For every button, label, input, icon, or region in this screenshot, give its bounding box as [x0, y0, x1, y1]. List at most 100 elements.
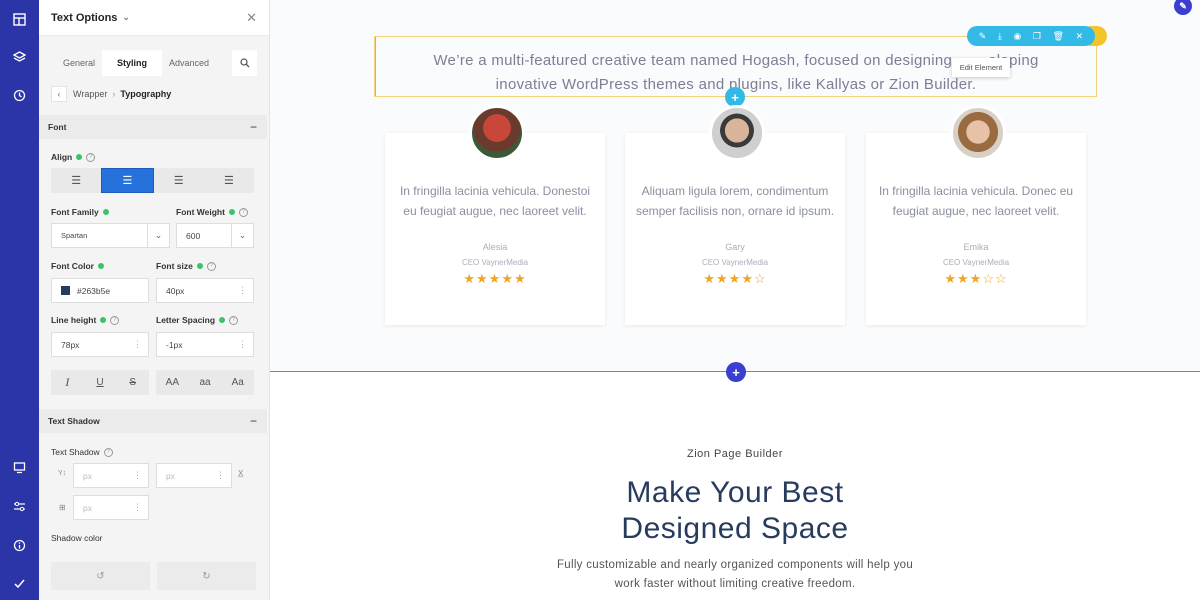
panel-header: Text Options ⌄ ✕ — [39, 0, 269, 36]
help-icon[interactable]: ? — [229, 315, 239, 325]
search-button[interactable] — [232, 50, 257, 76]
align-left-icon[interactable]: ☰ — [51, 168, 101, 193]
color-swatch[interactable] — [61, 286, 70, 295]
shadow-offset-x-input[interactable]: px ⋮ — [156, 463, 232, 488]
tab-styling[interactable]: Styling — [102, 50, 162, 76]
close-icon[interactable]: ✕ — [246, 10, 257, 26]
letter-spacing-value: -1px — [166, 339, 183, 350]
tab-advanced[interactable]: Advanced — [159, 50, 219, 76]
shadow-offset-y-input[interactable]: px ⋮ — [73, 463, 149, 488]
testimonial-name: Alesia — [482, 242, 508, 252]
add-element-button[interactable]: + — [725, 87, 745, 107]
align-label-text: Align — [51, 152, 73, 162]
edit-icon[interactable]: ✎ — [979, 31, 987, 42]
chevron-down-icon[interactable]: ⌄ — [122, 12, 130, 23]
options-panel: Text Options ⌄ ✕ General Styling Advance… — [39, 0, 270, 600]
help-icon[interactable]: ? — [238, 207, 248, 217]
font-family-select[interactable]: Spartan ⌄ — [51, 223, 170, 248]
font-family-value: Spartan — [61, 231, 88, 240]
history-icon[interactable] — [10, 86, 29, 105]
font-family-label: Font Family — [51, 207, 109, 217]
font-color-label-text: Font Color — [51, 261, 94, 271]
italic-icon[interactable]: I — [51, 370, 84, 395]
responsive-dot — [219, 317, 226, 323]
avatar — [950, 105, 1006, 161]
headline-line-1: Make Your Best — [626, 476, 844, 509]
font-weight-value: 600 — [186, 230, 201, 241]
more-icon[interactable]: ⋮ — [216, 470, 225, 481]
text-shadow-label: Text Shadow? — [51, 447, 113, 457]
testimonial-text: In fringilla lacinia vehicula. Donec eu … — [878, 184, 1074, 218]
info-icon[interactable] — [10, 536, 29, 555]
font-section-header[interactable]: Font − — [39, 115, 267, 139]
underline-icon[interactable]: U — [84, 370, 117, 395]
pencil-icon: ✎ — [1179, 0, 1187, 11]
help-icon[interactable]: ? — [206, 261, 216, 271]
collapse-icon[interactable]: − — [250, 115, 257, 139]
breadcrumb-parent[interactable]: Wrapper — [73, 89, 107, 99]
help-icon[interactable]: ? — [110, 315, 120, 325]
letter-spacing-field[interactable]: -1px ⋮ — [156, 332, 254, 357]
panel-title[interactable]: Text Options — [51, 12, 117, 24]
font-color-field[interactable]: #263b5e — [51, 278, 149, 303]
shadow-blur-input[interactable]: px ⋮ — [73, 495, 149, 520]
plus-icon: + — [732, 364, 740, 380]
more-icon[interactable]: ⋮ — [238, 339, 247, 350]
align-control: ☰ ☰ ☰ ☰ — [51, 168, 254, 193]
delete-icon[interactable]: 🗑 — [1053, 31, 1064, 42]
help-icon[interactable]: ? — [86, 152, 96, 162]
star-rating: ★★★★☆ — [703, 271, 767, 286]
more-icon[interactable]: ⋮ — [133, 502, 142, 513]
reset-all-button[interactable]: ↻ — [157, 562, 256, 590]
line-height-field[interactable]: 78px ⋮ — [51, 332, 149, 357]
search-icon — [239, 58, 249, 68]
line-height-label-text: Line height — [51, 315, 97, 325]
back-button[interactable]: ‹ — [51, 86, 67, 102]
strikethrough-icon[interactable]: S — [116, 370, 149, 395]
lowercase-button[interactable]: aa — [189, 370, 222, 395]
text-shadow-section-header[interactable]: Text Shadow − — [39, 409, 267, 433]
px-placeholder: px — [83, 502, 92, 513]
letter-spacing-label: Letter Spacing? — [156, 315, 239, 325]
help-icon[interactable]: ? — [103, 447, 113, 457]
chevron-down-icon[interactable]: ⌄ — [231, 224, 253, 247]
eye-icon[interactable]: ◉ — [1013, 31, 1021, 42]
font-weight-select[interactable]: 600 ⌄ — [176, 223, 254, 248]
desktop-preview-icon[interactable] — [10, 458, 29, 477]
capitalize-button[interactable]: Aa — [221, 370, 254, 395]
align-right-icon[interactable]: ☰ — [154, 168, 204, 193]
uppercase-button[interactable]: AA — [156, 370, 189, 395]
close-icon[interactable]: ✕ — [1076, 31, 1084, 42]
chevron-down-icon[interactable]: ⌄ — [147, 224, 169, 247]
settings-sliders-icon[interactable] — [10, 497, 29, 516]
layout-icon[interactable] — [10, 10, 29, 29]
tab-general[interactable]: General — [49, 50, 109, 76]
panel-tabs: General Styling Advanced — [39, 44, 270, 76]
duplicate-icon[interactable]: ❐ — [1033, 31, 1041, 42]
responsive-dot — [102, 209, 109, 215]
line-height-value: 78px — [61, 339, 80, 350]
collapse-icon[interactable]: − — [250, 409, 257, 433]
more-icon[interactable]: ⋮ — [238, 285, 247, 296]
align-justify-icon[interactable]: ☰ — [204, 168, 254, 193]
responsive-dot — [100, 317, 107, 323]
testimonial-text: In fringilla lacinia vehicula. Donestoi … — [399, 184, 591, 218]
avatar — [709, 105, 765, 161]
more-icon[interactable]: ⋮ — [133, 470, 142, 481]
align-center-icon[interactable]: ☰ — [101, 168, 154, 193]
layers-icon[interactable] — [10, 48, 29, 67]
breadcrumb-current: Typography — [120, 89, 172, 99]
body-line-1: Fully customizable and nearly organized … — [556, 559, 914, 571]
reset-button[interactable]: ↺ — [51, 562, 150, 590]
font-size-field[interactable]: 40px ⋮ — [156, 278, 254, 303]
chevron-left-icon: ‹ — [57, 89, 61, 99]
edit-element-tooltip: Edit Element — [952, 58, 1010, 77]
more-icon[interactable]: ⋮ — [133, 339, 142, 350]
download-icon[interactable]: ⤓ — [998, 31, 1002, 42]
responsive-dot — [97, 263, 104, 269]
add-section-button[interactable]: + — [726, 362, 746, 382]
checkmark-icon[interactable] — [10, 574, 29, 593]
offset-x-icon: X̲ — [238, 469, 244, 478]
page-canvas: We’re a multi-featured creative team nam… — [270, 0, 1200, 600]
testimonial-text: Aliquam ligula lorem, condimentum semper… — [635, 184, 835, 218]
